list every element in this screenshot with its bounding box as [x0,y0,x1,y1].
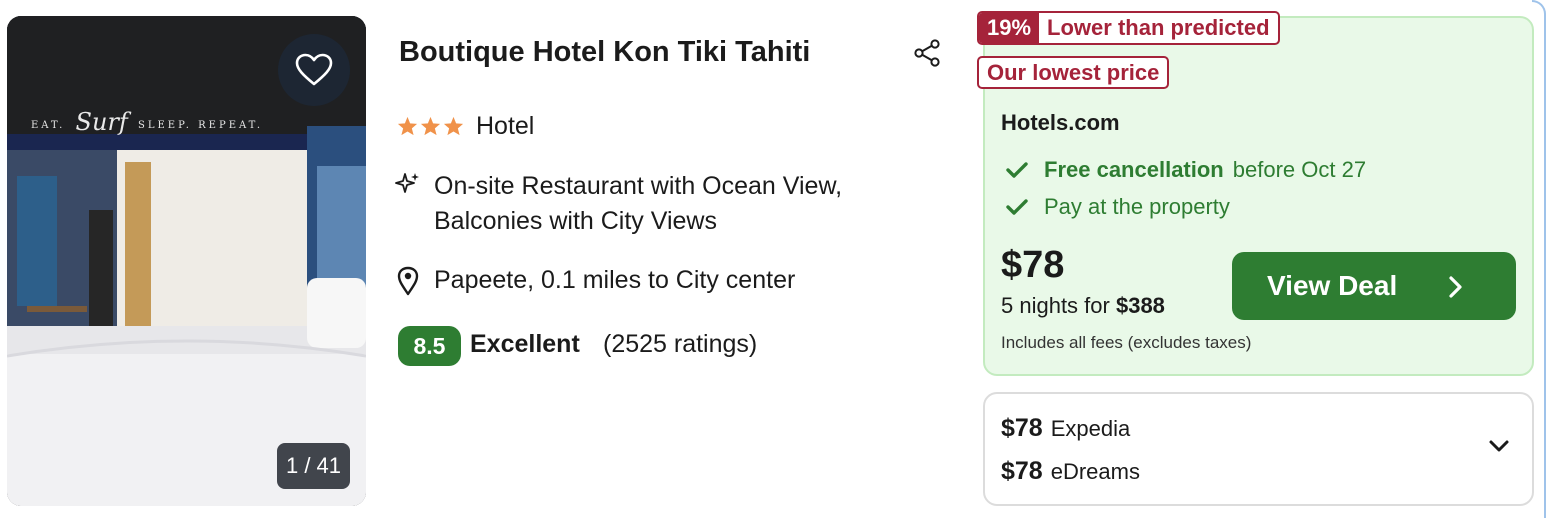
price-prediction-badge: 19% Lower than predicted [977,11,1280,45]
nightly-price: $78 [1001,244,1065,286]
hotel-result-card: EAT. Surf SLEEP. REPEAT. 1 / 41 Boutique… [0,0,1546,518]
hotel-photo[interactable]: EAT. Surf SLEEP. REPEAT. 1 / 41 [7,16,366,506]
sign-text-right: SLEEP. REPEAT. [138,120,264,131]
photo-counter: 1 / 41 [277,443,350,489]
rating-count[interactable]: (2525 ratings) [603,330,757,359]
chevron-right-icon [1449,276,1462,298]
other-offers-panel[interactable]: $78 Expedia $78 eDreams [983,392,1534,506]
lowest-price-badge: Our lowest price [977,56,1170,89]
sparkle-icon [395,173,419,193]
checkmark-icon [1006,199,1028,215]
nights-total: $388 [1115,293,1165,318]
share-button[interactable] [910,36,946,70]
chevron-down-icon[interactable] [1488,438,1510,454]
deal-provider: Hotels.com [1001,110,1120,135]
offer-provider: Expedia [1050,416,1131,441]
view-deal-button[interactable]: View Deal [1232,252,1516,320]
star-rating [397,116,464,136]
offer-provider: eDreams [1050,459,1140,484]
sign-text-script: Surf [75,108,128,136]
free-cancellation-row: Free cancellation before Oct 27 [1006,157,1366,183]
discount-percent: 19% [979,13,1040,43]
location-pin-icon [397,266,419,296]
heart-outline-icon [295,53,333,86]
pay-text: Pay at the property [1044,194,1230,219]
property-type: Hotel [476,112,535,140]
share-icon [914,39,940,67]
offer-price: $78 [1001,457,1043,485]
discount-text: Lower than predicted [1047,15,1270,40]
offer-row-expedia[interactable]: $78 Expedia [1001,414,1130,443]
wall-sign: EAT. Surf SLEEP. REPEAT. [31,108,263,136]
fees-note: Includes all fees (excludes taxes) [1001,333,1252,352]
star-icon [397,116,418,136]
rating-label: Excellent [470,330,580,358]
sign-text-left: EAT. [31,120,66,131]
star-icon [420,116,441,136]
view-deal-label: View Deal [1267,270,1398,301]
hotel-name[interactable]: Boutique Hotel Kon Tiki Tahiti [399,36,810,69]
nights-text: 5 nights for [1001,293,1110,318]
checkmark-icon [1006,162,1028,178]
favorite-button[interactable] [278,34,350,106]
offer-row-edreams[interactable]: $78 eDreams [1001,457,1140,486]
cancellation-strong: Free cancellation [1044,157,1224,182]
card-border-edge [1532,0,1546,518]
amenities-text: On-site Restaurant with Ocean View, Balc… [434,172,843,235]
cancellation-date: before Oct 27 [1232,157,1367,182]
location-text: Papeete, 0.1 miles to City center [434,266,796,294]
pay-at-property-row: Pay at the property [1006,194,1230,220]
total-price: 5 nights for $388 [1001,293,1165,319]
review-score-badge: 8.5 [398,326,461,366]
star-icon [443,116,464,136]
offer-price: $78 [1001,414,1043,442]
